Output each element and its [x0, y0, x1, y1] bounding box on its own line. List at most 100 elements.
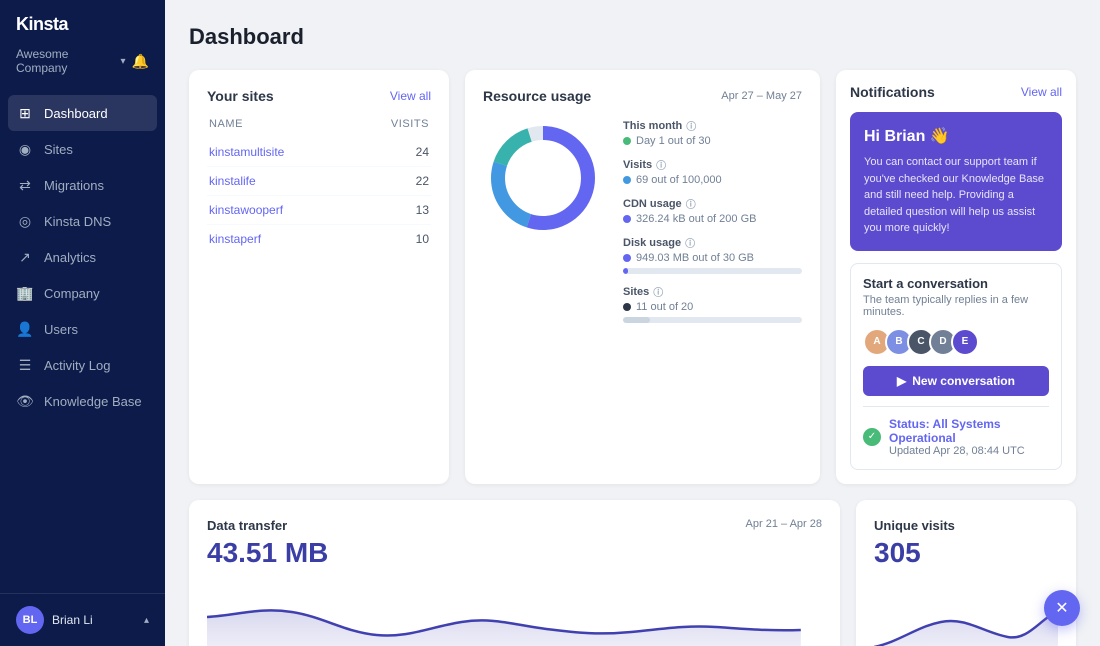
unique-visits-header: Unique visits	[874, 518, 1058, 533]
stat-month-label: This month ⓘ	[623, 118, 802, 133]
your-sites-view-all[interactable]: View all	[390, 89, 431, 103]
user-name: Brian Li	[52, 613, 93, 627]
donut-chart	[483, 118, 603, 238]
sidebar-item-users[interactable]: 👤 Users	[0, 311, 165, 347]
sidebar-item-kinsta-dns[interactable]: ◎ Kinsta DNS	[0, 203, 165, 239]
hi-text: You can contact our support team if you'…	[864, 154, 1048, 237]
chevron-down-icon: ▾	[121, 56, 126, 67]
stat-disk-label: Disk usage ⓘ	[623, 235, 802, 250]
your-sites-header: Your sites View all	[207, 88, 431, 104]
activity-icon: ☰	[16, 356, 34, 374]
help-icon: ⓘ	[686, 118, 696, 133]
site-link-1[interactable]: kinstamultisite	[209, 145, 284, 159]
stat-this-month: This month ⓘ Day 1 out of 30	[623, 118, 802, 147]
your-sites-card: Your sites View all NAME VISITS kinstamu…	[189, 70, 449, 484]
unique-visits-value: 305	[874, 537, 1058, 569]
notifications-view-all[interactable]: View all	[1021, 85, 1062, 99]
conv-subtitle: The team typically replies in a few minu…	[863, 294, 1049, 318]
sidebar-label-company: Company	[44, 286, 100, 301]
data-transfer-card: Data transfer Apr 21 – Apr 28 43.51 MB	[189, 500, 840, 646]
sidebar: Kinsta Awesome Company ▾ 🔔 ⊞ Dashboard ◉…	[0, 0, 165, 646]
sidebar-item-knowledge-base[interactable]: 👁 Knowledge Base	[0, 383, 165, 419]
knowledge-icon: 👁	[16, 392, 34, 410]
chat-bubble-button[interactable]: ✕	[1044, 590, 1080, 626]
site-visits-1: 24	[416, 145, 429, 159]
notifications-card: Notifications View all Hi Brian 👋 You ca…	[836, 70, 1076, 484]
notifications-header: Notifications View all	[850, 84, 1062, 100]
col-visits: VISITS	[391, 118, 429, 130]
dns-icon: ◎	[16, 212, 34, 230]
resource-usage-card: Resource usage Apr 27 – May 27	[465, 70, 820, 484]
logo-text: Kinsta	[16, 14, 68, 35]
sites-help-icon: ⓘ	[653, 284, 663, 299]
sidebar-label-migrations: Migrations	[44, 178, 104, 193]
sidebar-item-company[interactable]: 🏢 Company	[0, 275, 165, 311]
sidebar-nav: ⊞ Dashboard ◉ Sites ⇄ Migrations ◎ Kinst…	[0, 87, 165, 593]
sidebar-footer: BL Brian Li ▴	[0, 593, 165, 646]
stat-sites-value: 11 out of 20	[623, 301, 802, 313]
stat-sites: Sites ⓘ 11 out of 20	[623, 284, 802, 323]
page-title: Dashboard	[189, 24, 1076, 50]
chat-icon: ✕	[1055, 598, 1068, 618]
stat-disk: Disk usage ⓘ 949.03 MB out of 30 GB	[623, 235, 802, 274]
sidebar-label-activity: Activity Log	[44, 358, 110, 373]
notifications-title: Notifications	[850, 84, 935, 100]
stat-visits: Visits ⓘ 69 out of 100,000	[623, 157, 802, 186]
status-text: Status: All Systems Operational	[889, 417, 1049, 445]
sites-table-header: NAME VISITS	[207, 118, 431, 130]
company-icon: 🏢	[16, 284, 34, 302]
site-row: kinstamultisite 24	[207, 138, 431, 167]
sidebar-item-analytics[interactable]: ↗ Analytics	[0, 239, 165, 275]
conversation-box: Start a conversation The team typically …	[850, 263, 1062, 470]
site-row: kinstaperf 10	[207, 225, 431, 253]
hi-card: Hi Brian 👋 You can contact our support t…	[850, 112, 1062, 251]
site-link-3[interactable]: kinstawooperf	[209, 203, 283, 217]
status-check-icon: ✓	[863, 428, 881, 446]
footer-chevron-icon[interactable]: ▴	[144, 615, 149, 626]
resource-usage-header: Resource usage Apr 27 – May 27	[483, 88, 802, 104]
site-visits-3: 13	[416, 203, 429, 217]
unique-visits-title: Unique visits	[874, 518, 955, 533]
conv-title: Start a conversation	[863, 276, 1049, 291]
stat-visits-value: 69 out of 100,000	[623, 174, 802, 186]
sidebar-label-users: Users	[44, 322, 78, 337]
col-name: NAME	[209, 118, 243, 130]
analytics-icon: ↗	[16, 248, 34, 266]
site-visits-4: 10	[416, 232, 429, 246]
stat-sites-label: Sites ⓘ	[623, 284, 802, 299]
data-transfer-header: Data transfer Apr 21 – Apr 28	[207, 518, 822, 533]
data-transfer-title: Data transfer	[207, 518, 287, 533]
sidebar-label-dashboard: Dashboard	[44, 106, 108, 121]
stat-disk-value: 949.03 MB out of 30 GB	[623, 252, 802, 264]
stat-cdn-label: CDN usage ⓘ	[623, 196, 802, 211]
avatar-5: E	[951, 328, 979, 356]
your-sites-title: Your sites	[207, 88, 274, 104]
new-conversation-button[interactable]: ▶ New conversation	[863, 366, 1049, 396]
users-icon: 👤	[16, 320, 34, 338]
status-updated: Updated Apr 28, 08:44 UTC	[889, 445, 1049, 457]
sites-table: NAME VISITS kinstamultisite 24 kinstalif…	[207, 118, 431, 253]
send-icon: ▶	[897, 374, 906, 388]
bell-icon[interactable]: 🔔	[132, 53, 149, 70]
user-avatar: BL	[16, 606, 44, 634]
sidebar-item-sites[interactable]: ◉ Sites	[0, 131, 165, 167]
sidebar-item-dashboard[interactable]: ⊞ Dashboard	[8, 95, 157, 131]
dashboard-icon: ⊞	[16, 104, 34, 122]
visits-help-icon: ⓘ	[656, 157, 666, 172]
site-link-4[interactable]: kinstaperf	[209, 232, 261, 246]
sidebar-label-dns: Kinsta DNS	[44, 214, 111, 229]
site-link-2[interactable]: kinstalife	[209, 174, 256, 188]
stat-visits-label: Visits ⓘ	[623, 157, 802, 172]
sidebar-company[interactable]: Awesome Company ▾ 🔔	[0, 43, 165, 87]
sidebar-label-knowledge: Knowledge Base	[44, 394, 142, 409]
sidebar-label-analytics: Analytics	[44, 250, 96, 265]
stat-cdn-value: 326.24 kB out of 200 GB	[623, 213, 802, 225]
unique-visits-chart	[874, 577, 1058, 646]
site-visits-2: 22	[416, 174, 429, 188]
sidebar-item-activity-log[interactable]: ☰ Activity Log	[0, 347, 165, 383]
company-name: Awesome Company	[16, 47, 115, 75]
sidebar-item-migrations[interactable]: ⇄ Migrations	[0, 167, 165, 203]
hi-title: Hi Brian 👋	[864, 126, 1048, 146]
avatars-row: A B C D E	[863, 328, 1049, 356]
cdn-help-icon: ⓘ	[686, 196, 696, 211]
